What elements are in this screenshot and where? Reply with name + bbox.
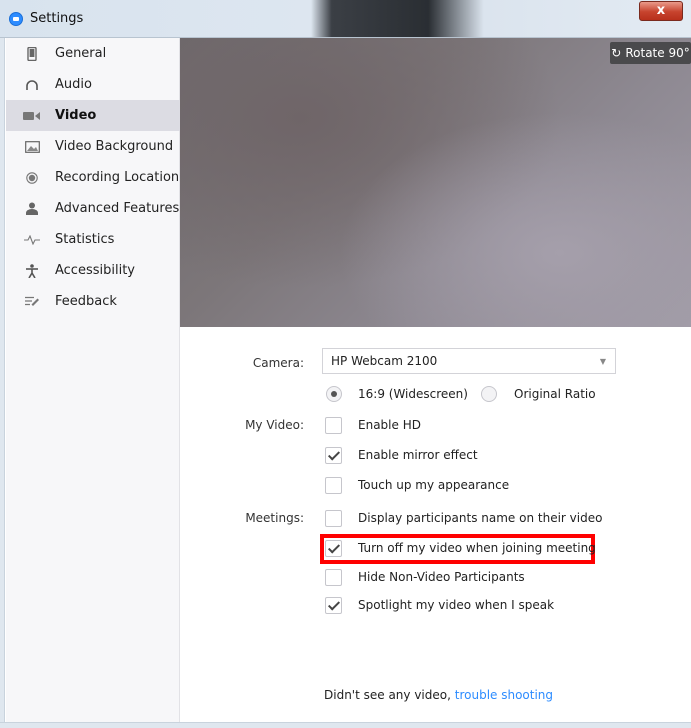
no-video-text: Didn't see any video, — [324, 688, 451, 702]
enable-hd-checkbox[interactable] — [325, 417, 342, 434]
feedback-icon — [22, 296, 42, 307]
record-icon — [22, 171, 42, 184]
hide-non-video-checkbox[interactable] — [325, 569, 342, 586]
trouble-shooting-link[interactable]: trouble shooting — [455, 688, 553, 702]
sidebar-item-label: Accessibility — [55, 263, 135, 278]
spotlight-checkbox[interactable] — [325, 597, 342, 614]
camera-label: Camera: — [252, 356, 304, 370]
video-camera-icon — [22, 111, 42, 121]
sidebar-item-accessibility[interactable]: Accessibility — [6, 255, 180, 286]
rotate-label: Rotate 90° — [625, 46, 690, 60]
hide-non-video-label: Hide Non-Video Participants — [358, 570, 525, 584]
headphones-icon — [22, 79, 42, 91]
sidebar-item-label: Video — [55, 108, 97, 123]
radio-widescreen[interactable] — [326, 386, 342, 402]
sidebar-item-feedback[interactable]: Feedback — [6, 286, 180, 317]
turn-off-video-label: Turn off my video when joining meeting — [358, 541, 596, 555]
sidebar-item-label: Feedback — [55, 294, 117, 309]
meetings-label: Meetings: — [245, 511, 304, 525]
touch-up-checkbox[interactable] — [325, 477, 342, 494]
chevron-down-icon: ▼ — [599, 357, 606, 366]
sidebar-item-advanced-features[interactable]: Advanced Features — [6, 193, 180, 224]
sidebar-item-label: Advanced Features — [55, 201, 180, 216]
window-title: Settings — [30, 11, 84, 26]
enable-hd-label: Enable HD — [358, 418, 421, 432]
accessibility-icon — [22, 263, 42, 278]
sidebar-item-label: General — [55, 46, 107, 61]
window-left-border — [0, 38, 5, 728]
mirror-effect-checkbox[interactable] — [325, 447, 342, 464]
rotate-90-button[interactable]: ↻ Rotate 90° — [610, 42, 691, 64]
display-names-label: Display participants name on their video — [358, 511, 603, 525]
turn-off-video-checkbox[interactable] — [325, 540, 342, 557]
my-video-label: My Video: — [245, 418, 304, 432]
sidebar-item-label: Video Background — [55, 139, 174, 154]
sidebar-item-audio[interactable]: Audio — [6, 69, 180, 100]
trouble-shooting-hint: Didn't see any video, trouble shooting — [324, 688, 553, 702]
touch-up-label: Touch up my appearance — [358, 478, 510, 492]
sidebar-item-label: Audio — [55, 77, 92, 92]
display-names-checkbox[interactable] — [325, 510, 342, 527]
zoom-app-icon — [9, 12, 23, 26]
pulse-icon — [22, 234, 42, 245]
sidebar-item-video-background[interactable]: Video Background — [6, 131, 180, 162]
sidebar-item-statistics[interactable]: Statistics — [6, 224, 180, 255]
radio-original-ratio[interactable] — [481, 386, 497, 402]
sidebar-item-label: Statistics — [55, 232, 115, 247]
title-bar: Settings x — [0, 0, 691, 38]
camera-select-value: HP Webcam 2100 — [331, 354, 438, 368]
video-preview: ↻ Rotate 90° — [180, 38, 691, 327]
settings-sidebar: General Audio Video Video Background Rec… — [6, 38, 180, 722]
close-button[interactable]: x — [639, 1, 683, 21]
mirror-effect-label: Enable mirror effect — [358, 448, 478, 462]
image-icon — [22, 140, 42, 153]
window-bottom-border — [0, 722, 691, 728]
user-icon — [22, 202, 42, 215]
sidebar-item-general[interactable]: General — [6, 38, 180, 69]
spotlight-label: Spotlight my video when I speak — [358, 598, 555, 612]
rotate-icon: ↻ — [611, 46, 622, 60]
phone-icon — [22, 46, 42, 61]
radio-original-ratio-label: Original Ratio — [514, 387, 596, 401]
sidebar-item-label: Recording Location — [55, 170, 180, 185]
radio-widescreen-label: 16:9 (Widescreen) — [358, 387, 468, 401]
sidebar-item-recording-location[interactable]: Recording Location — [6, 162, 180, 193]
camera-select[interactable]: HP Webcam 2100 ▼ — [322, 348, 616, 374]
sidebar-item-video[interactable]: Video — [6, 100, 180, 131]
